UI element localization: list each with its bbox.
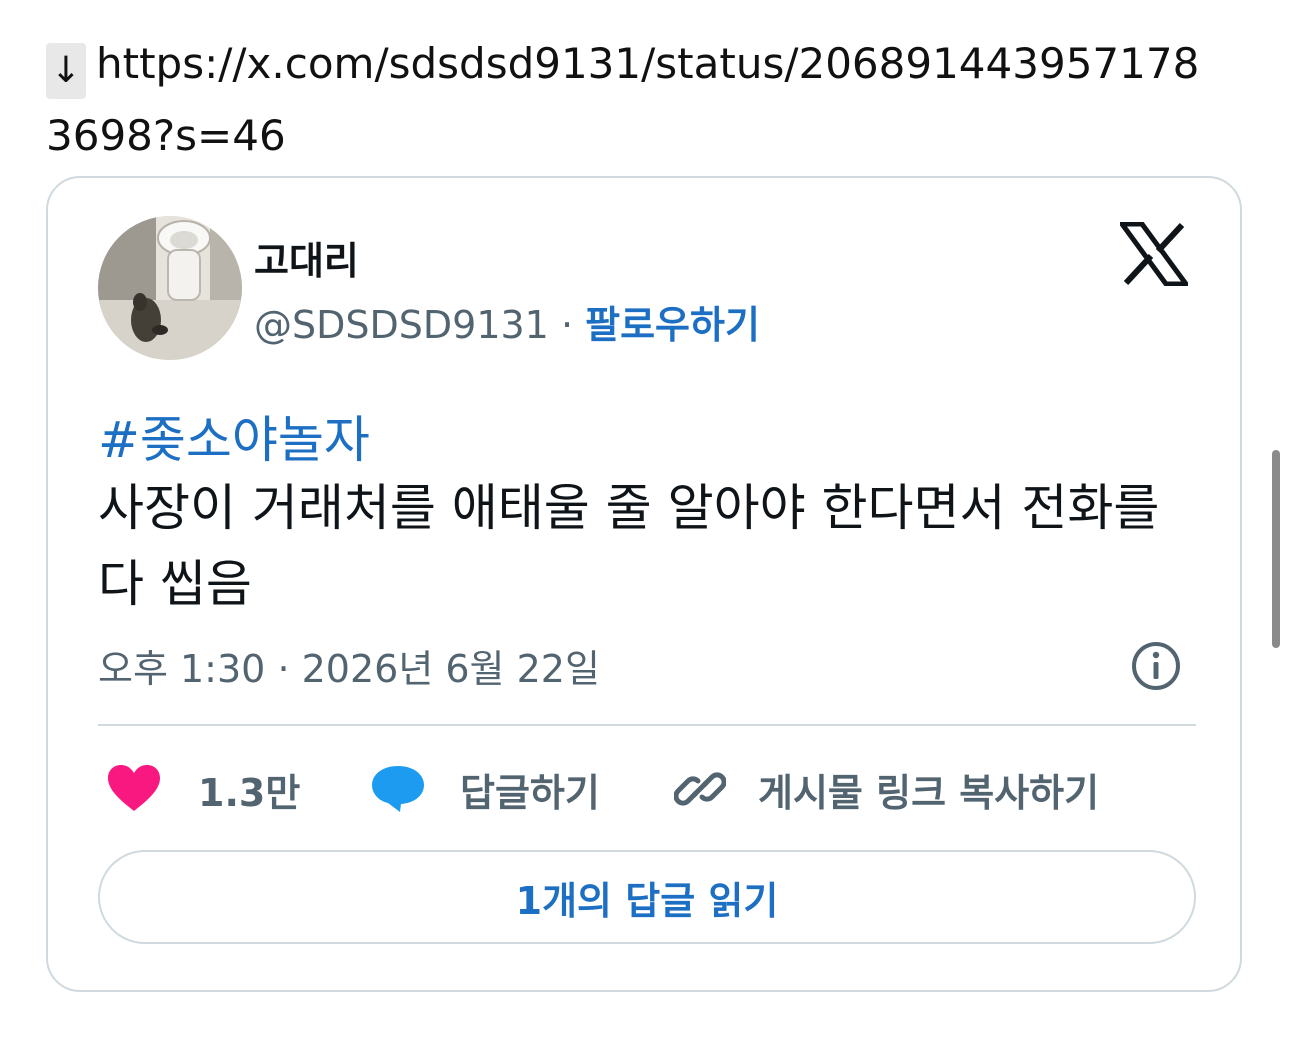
info-icon[interactable] (1130, 640, 1182, 692)
tweet-timestamp[interactable]: 오후 1:30 · 2026년 6월 22일 (98, 638, 600, 693)
read-replies-button[interactable]: 1개의 답글 읽기 (98, 850, 1196, 944)
handle-separator: · (560, 303, 574, 347)
speech-bubble-icon (372, 766, 424, 812)
follow-button[interactable]: 팔로우하기 (585, 303, 760, 347)
copy-link-button[interactable]: 게시물 링크 복사하기 (674, 762, 1099, 816)
like-count: 1.3만 (198, 770, 301, 815)
x-logo-icon[interactable] (1117, 221, 1191, 287)
divider (98, 724, 1196, 726)
tweet-time[interactable]: 오후 1:30 (98, 647, 265, 691)
handle-row: @SDSDSD9131 · 팔로우하기 (254, 294, 760, 349)
reply-label: 답글하기 (460, 770, 600, 815)
timestamp-separator: · (277, 647, 290, 691)
reply-button[interactable]: 답글하기 (370, 762, 600, 816)
copy-link-label: 게시물 링크 복사하기 (758, 770, 1100, 815)
display-name[interactable]: 고대리 (254, 230, 359, 285)
read-replies-label: 1개의 답글 읽기 (515, 878, 779, 923)
url-line[interactable]: ↓ https://x.com/sdsdsd9131/status/2068914… (46, 28, 1226, 172)
heart-icon (108, 765, 160, 811)
tweet-embed-card: 고대리 @SDSDSD9131 · 팔로우하기 #좆소야놀자 사장이 거래처를 … (46, 176, 1242, 992)
hashtag-link[interactable]: #좆소야놀자 (98, 400, 370, 472)
download-arrow-icon[interactable]: ↓ (46, 43, 86, 99)
url-text[interactable]: https://x.com/sdsdsd9131/status/20689144… (46, 39, 1199, 160)
user-handle[interactable]: @SDSDSD9131 (254, 303, 549, 347)
tweet-text: 사장이 거래처를 애태울 줄 알아야 한다면서 전화를 다 씹음 (98, 479, 1160, 613)
link-icon (674, 772, 726, 806)
scrollbar[interactable] (1272, 450, 1280, 648)
avatar[interactable] (98, 216, 242, 360)
tweet-date[interactable]: 2026년 6월 22일 (302, 647, 600, 691)
like-button[interactable]: 1.3만 (106, 762, 300, 816)
